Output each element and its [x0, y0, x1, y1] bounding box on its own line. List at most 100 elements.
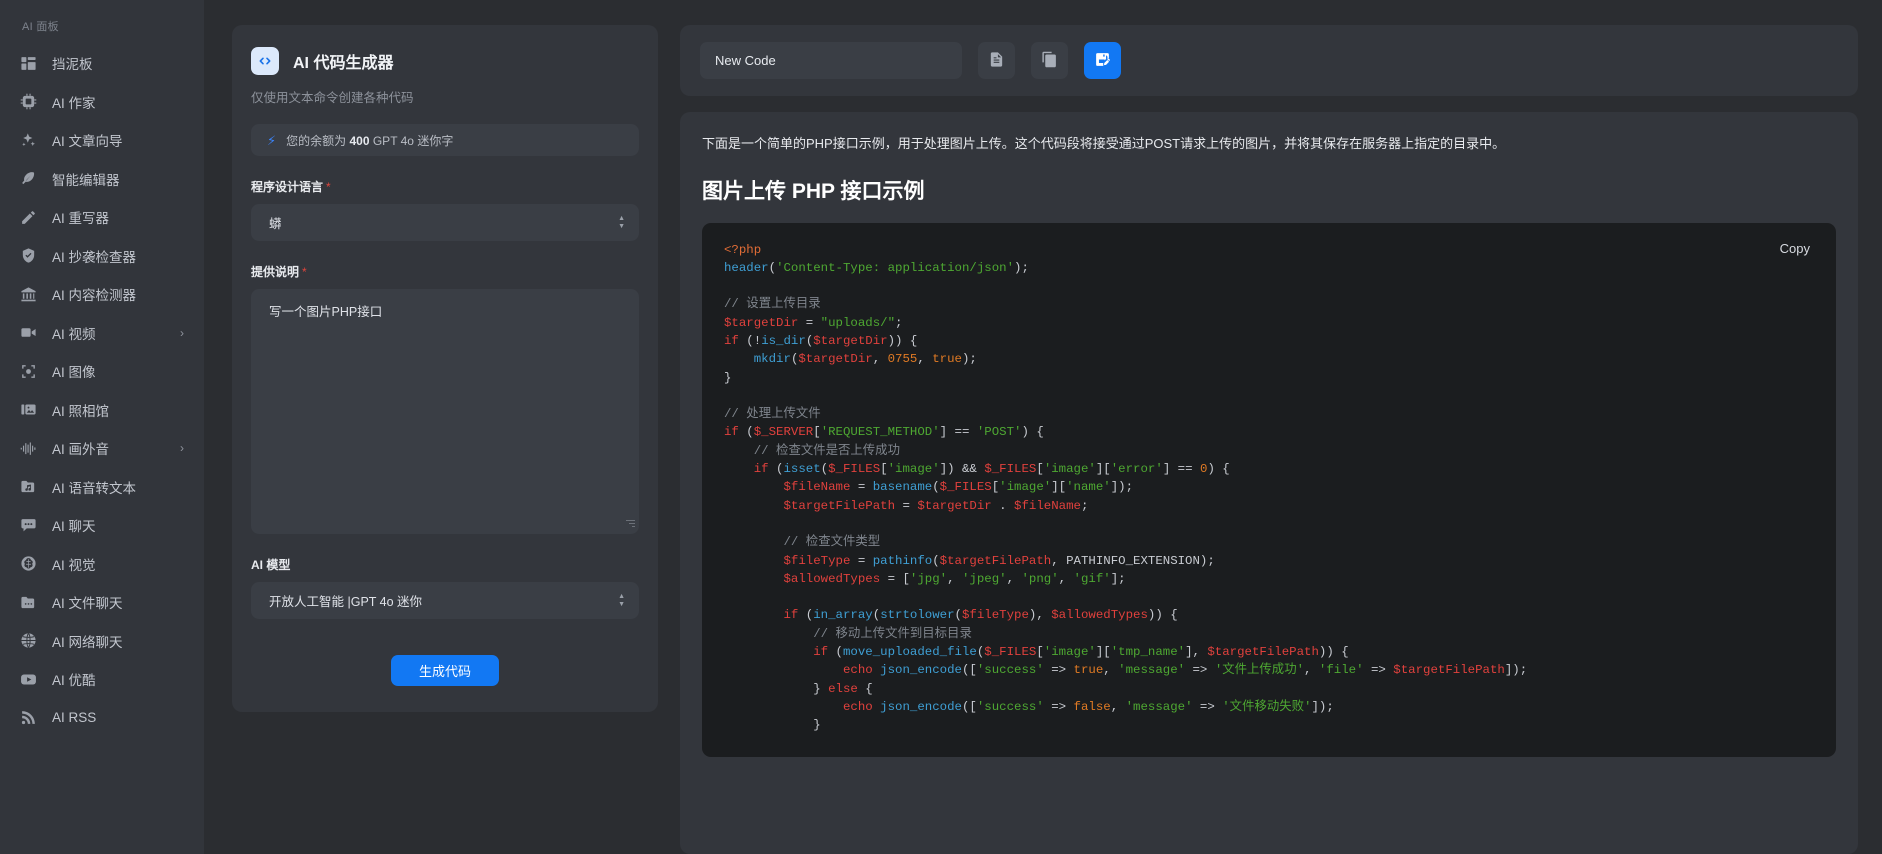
sidebar-item-label: AI 抄袭检查器 [52, 246, 136, 266]
code-token: ]) && [940, 462, 985, 476]
code-token: 'Content-Type: application/json' [776, 261, 1014, 275]
code-token: (! [739, 334, 761, 348]
code-token: move_uploaded_file [843, 645, 977, 659]
instructions-label: 提供说明* [251, 263, 639, 280]
code-token [724, 682, 813, 696]
sidebar-item-17[interactable]: AI RSS [0, 699, 204, 738]
code-token [724, 700, 843, 714]
sparkles-icon [18, 130, 38, 150]
code-token: )) { [1148, 608, 1178, 622]
sidebar-item-label: AI RSS [52, 710, 96, 725]
balance-text: 您的余额为 400 GPT 4o 迷你字 [286, 132, 453, 149]
instructions-textarea[interactable]: 写一个图片PHP接口 [251, 289, 639, 534]
sidebar-item-label: 挡泥板 [52, 53, 93, 73]
sidebar-item-7[interactable]: AI 视频› [0, 314, 204, 353]
brain-icon [18, 554, 38, 574]
code-token: '文件上传成功' [1215, 663, 1304, 677]
sidebar-item-0[interactable]: 挡泥板 [0, 44, 204, 83]
code-token [724, 718, 813, 732]
sidebar-item-10[interactable]: AI 画外音› [0, 429, 204, 468]
sidebar-item-15[interactable]: AI 网络聊天 [0, 622, 204, 661]
required-mark: * [326, 180, 331, 194]
code-token: = [895, 499, 917, 513]
code-token: = [850, 554, 872, 568]
code-token: echo [843, 663, 873, 677]
sidebar-item-13[interactable]: AI 视觉 [0, 545, 204, 584]
sidebar-item-label: 智能编辑器 [52, 169, 120, 189]
app-root: AI 面板 挡泥板AI 作家AI 文章向导智能编辑器AI 重写器AI 抄袭检查器… [0, 0, 1882, 854]
waveform-icon [18, 438, 38, 458]
sidebar-item-label: AI 文件聊天 [52, 592, 123, 612]
chevron-updown-icon: ▲▼ [618, 594, 625, 608]
code-token: // 检查文件是否上传成功 [754, 444, 900, 458]
code-token: $fileType [784, 554, 851, 568]
photo-gallery-icon [18, 400, 38, 420]
generate-code-button[interactable]: 生成代码 [391, 655, 499, 686]
code-token: $targetFilePath [784, 499, 896, 513]
code-token: ] == [940, 425, 977, 439]
sidebar-item-5[interactable]: AI 抄袭检查器 [0, 237, 204, 276]
code-token: ( [739, 425, 754, 439]
language-select-value: 蟒 [269, 213, 282, 232]
model-label: AI 模型 [251, 556, 639, 573]
code-token: pathinfo [873, 554, 933, 568]
code-token: ]; [1111, 572, 1126, 586]
code-token: $_FILES [984, 462, 1036, 476]
sidebar-item-12[interactable]: AI 聊天 [0, 506, 204, 545]
chat-bubble-icon [18, 515, 38, 535]
code-token: ) { [1021, 425, 1043, 439]
save-export-icon-button[interactable] [1084, 42, 1121, 79]
code-token: ) { [1207, 462, 1229, 476]
generator-card: AI 代码生成器 仅使用文本命令创建各种代码 ⚡ 您的余额为 400 GPT 4… [232, 25, 658, 712]
sidebar-item-11[interactable]: AI 语音转文本 [0, 468, 204, 507]
language-select[interactable]: 蟒 ▲▼ [251, 204, 639, 241]
sidebar-item-14[interactable]: AI 文件聊天 [0, 583, 204, 622]
code-token: 'image' [888, 462, 940, 476]
code-token [724, 499, 784, 513]
bank-icon [18, 284, 38, 304]
model-select[interactable]: 开放人工智能 |GPT 4o 迷你 ▲▼ [251, 582, 639, 619]
instructions-value: 写一个图片PHP接口 [269, 305, 382, 319]
sidebar-item-1[interactable]: AI 作家 [0, 83, 204, 122]
code-token [724, 554, 784, 568]
code-token: $fileType [962, 608, 1029, 622]
code-token: json_encode [880, 700, 962, 714]
code-name-input[interactable] [700, 42, 962, 79]
resize-grip-icon[interactable] [625, 520, 635, 530]
code-block: Copy <?php header('Content-Type: applica… [702, 223, 1836, 757]
code-token: , [917, 352, 932, 366]
balance-banner: ⚡ 您的余额为 400 GPT 4o 迷你字 [251, 124, 639, 156]
sidebar-item-9[interactable]: AI 照相馆 [0, 391, 204, 430]
result-toolbar [680, 25, 1858, 96]
sidebar-item-3[interactable]: 智能编辑器 [0, 160, 204, 199]
code-token: ( [932, 554, 939, 568]
code-token: mkdir [754, 352, 791, 366]
code-token: => [1044, 700, 1074, 714]
document-icon-button[interactable] [978, 42, 1015, 79]
code-token: 'POST' [977, 425, 1022, 439]
result-column: 下面是一个简单的PHP接口示例，用于处理图片上传。这个代码段将接受通过POST请… [680, 25, 1858, 854]
code-token: $fileName [1014, 499, 1081, 513]
sidebar-item-label: AI 聊天 [52, 515, 96, 535]
code-token: $allowedTypes [784, 572, 881, 586]
result-card: 下面是一个简单的PHP接口示例，用于处理图片上传。这个代码段将接受通过POST请… [680, 112, 1858, 854]
youtube-icon [18, 669, 38, 689]
code-token: ; [895, 316, 902, 330]
sidebar-item-8[interactable]: AI 图像 [0, 352, 204, 391]
code-token: ][ [1096, 462, 1111, 476]
code-token: ( [955, 608, 962, 622]
code-token [724, 480, 784, 494]
rss-icon [18, 708, 38, 728]
code-token: ] == [1163, 462, 1200, 476]
sidebar-item-6[interactable]: AI 内容检测器 [0, 275, 204, 314]
code-token: 'file' [1319, 663, 1364, 677]
copy-icon-button[interactable] [1031, 42, 1068, 79]
copy-code-button[interactable]: Copy [1776, 239, 1814, 258]
sidebar-item-label: AI 重写器 [52, 207, 109, 227]
code-token: 'image' [1044, 645, 1096, 659]
sidebar-item-4[interactable]: AI 重写器 [0, 198, 204, 237]
sidebar-item-label: AI 视频 [52, 323, 96, 343]
sidebar: AI 面板 挡泥板AI 作家AI 文章向导智能编辑器AI 重写器AI 抄袭检查器… [0, 0, 204, 854]
sidebar-item-16[interactable]: AI 优酷 [0, 660, 204, 699]
sidebar-item-2[interactable]: AI 文章向导 [0, 121, 204, 160]
